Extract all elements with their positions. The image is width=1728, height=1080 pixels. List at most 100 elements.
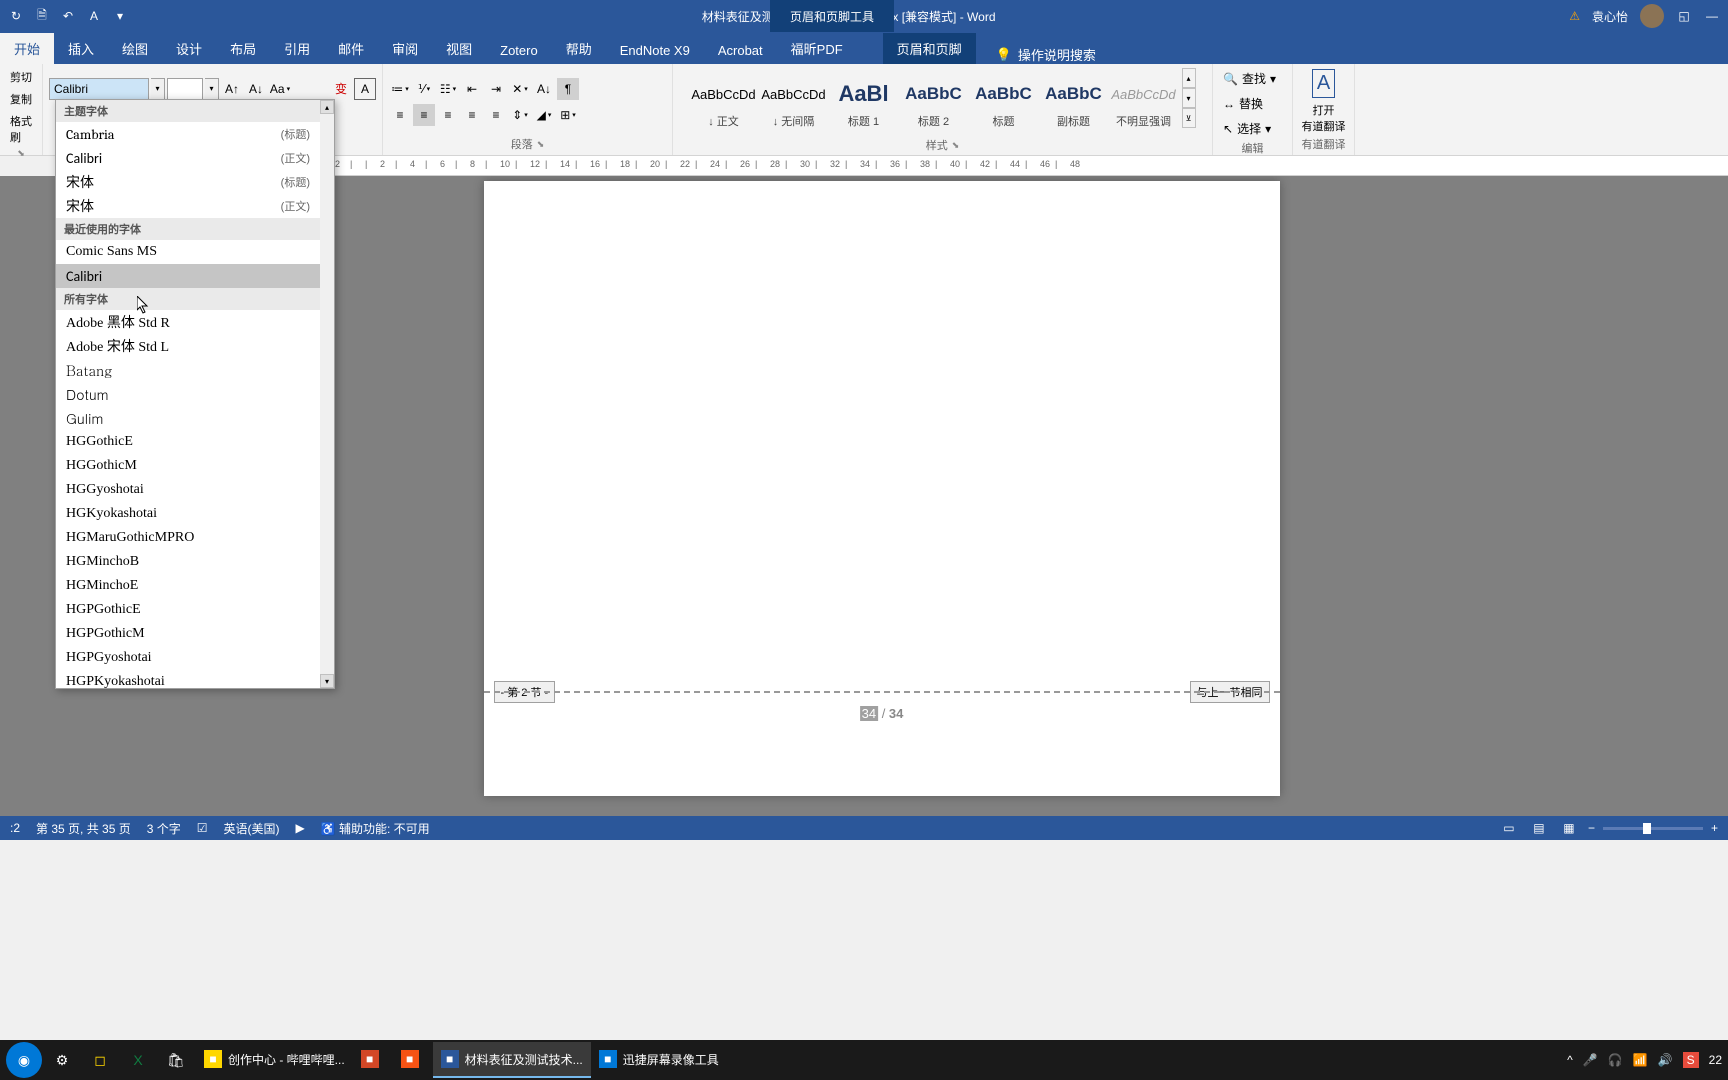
- sticky-notes-icon[interactable]: ◻: [82, 1042, 118, 1078]
- copy-button[interactable]: 复制: [6, 90, 36, 108]
- read-mode-icon[interactable]: ▭: [1498, 819, 1520, 837]
- font-option[interactable]: HGMinchoE: [56, 574, 320, 598]
- font-option[interactable]: Calibri(正文): [56, 146, 320, 170]
- size-dropdown-arrow[interactable]: ▾: [205, 78, 219, 100]
- style-gallery[interactable]: AaBbCcDd↓ 正文AaBbCcDd↓ 无间隔AaBl标题 1AaBbC标题…: [690, 68, 1178, 136]
- character-border-icon[interactable]: A: [354, 78, 376, 100]
- numbering-icon[interactable]: ⅟: [413, 78, 435, 100]
- tab-design[interactable]: 设计: [162, 33, 216, 64]
- scroll-up-icon[interactable]: ▴: [320, 100, 334, 114]
- tray-headphone-icon[interactable]: 🎧: [1608, 1053, 1623, 1067]
- bullets-icon[interactable]: ≔: [389, 78, 411, 100]
- tray-wifi-icon[interactable]: 📶: [1633, 1053, 1648, 1067]
- start-button[interactable]: ◉: [6, 1042, 42, 1078]
- page-number-field[interactable]: 34 / 34: [860, 706, 904, 721]
- settings-icon[interactable]: ⚙: [44, 1042, 80, 1078]
- asian-layout-icon[interactable]: ✕: [509, 78, 531, 100]
- paragraph-launcher-icon[interactable]: ⬊: [537, 139, 545, 150]
- status-page[interactable]: 第 35 页, 共 35 页: [36, 820, 131, 837]
- user-avatar[interactable]: [1640, 4, 1664, 28]
- tab-mailings[interactable]: 邮件: [324, 33, 378, 64]
- tab-endnote[interactable]: EndNote X9: [606, 37, 704, 64]
- phonetic-guide-icon[interactable]: 变: [330, 78, 352, 100]
- clipboard-launcher-icon[interactable]: ⬊: [17, 148, 25, 159]
- warning-icon[interactable]: ⚠: [1569, 9, 1580, 23]
- align-right-icon[interactable]: ≡: [437, 104, 459, 126]
- taskbar-app[interactable]: ■迅捷屏幕录像工具: [591, 1042, 727, 1078]
- align-center-icon[interactable]: ≡: [413, 104, 435, 126]
- font-option[interactable]: Cambria(标题): [56, 122, 320, 146]
- show-marks-icon[interactable]: ¶: [557, 78, 579, 100]
- status-word-count[interactable]: 3 个字: [147, 820, 181, 837]
- font-option[interactable]: 宋体(标题): [56, 170, 320, 194]
- font-option[interactable]: 宋体(正文): [56, 194, 320, 218]
- shrink-font-icon[interactable]: A↓: [245, 78, 267, 100]
- distributed-icon[interactable]: ≡: [485, 104, 507, 126]
- tray-volume-icon[interactable]: 🔊: [1658, 1053, 1673, 1067]
- font-size-input[interactable]: [167, 78, 203, 100]
- minimize-icon[interactable]: —: [1704, 8, 1720, 24]
- taskbar-app[interactable]: ■: [353, 1042, 393, 1078]
- tray-mic-icon[interactable]: 🎤: [1583, 1053, 1598, 1067]
- tab-insert[interactable]: 插入: [54, 33, 108, 64]
- select-button[interactable]: ↖选择 ▾: [1219, 118, 1286, 139]
- style-item[interactable]: AaBbCcDd↓ 正文: [690, 72, 758, 132]
- font-option[interactable]: Dotum: [56, 382, 320, 406]
- status-accessibility[interactable]: ♿ 辅助功能: 不可用: [321, 820, 430, 837]
- styles-down-icon[interactable]: ▾: [1182, 88, 1196, 108]
- spelling-icon[interactable]: ☑: [197, 821, 208, 835]
- sort-icon[interactable]: A↓: [533, 78, 555, 100]
- tab-foxit[interactable]: 福昕PDF: [777, 33, 857, 64]
- zoom-slider[interactable]: [1603, 827, 1703, 830]
- styles-up-icon[interactable]: ▴: [1182, 68, 1196, 88]
- horizontal-ruler[interactable]: 2||2|4|6|8|10|12|14|16|18|20|22|24|26|28…: [335, 156, 1728, 176]
- increase-indent-icon[interactable]: ⇥: [485, 78, 507, 100]
- change-case-icon[interactable]: Aa: [269, 78, 291, 100]
- font-option[interactable]: HGKyokashotai: [56, 502, 320, 526]
- line-spacing-icon[interactable]: ⇕: [509, 104, 531, 126]
- tray-ime-icon[interactable]: S: [1683, 1052, 1699, 1068]
- grow-font-icon[interactable]: A↑: [221, 78, 243, 100]
- decrease-indent-icon[interactable]: ⇤: [461, 78, 483, 100]
- scroll-track[interactable]: [320, 114, 334, 674]
- style-item[interactable]: AaBbC标题: [970, 72, 1038, 132]
- font-option[interactable]: Gulim: [56, 406, 320, 430]
- zoom-in-icon[interactable]: +: [1711, 821, 1718, 835]
- excel-icon[interactable]: X: [120, 1042, 156, 1078]
- autosave-icon[interactable]: ↻: [8, 8, 24, 24]
- style-item[interactable]: AaBl标题 1: [830, 72, 898, 132]
- font-option[interactable]: HGPGyoshotai: [56, 646, 320, 670]
- status-section[interactable]: :2: [10, 821, 20, 835]
- tab-review[interactable]: 审阅: [378, 33, 432, 64]
- tab-view[interactable]: 视图: [432, 33, 486, 64]
- tell-me-search[interactable]: 💡 操作说明搜索: [996, 45, 1096, 64]
- taskbar-time[interactable]: 22: [1709, 1053, 1722, 1067]
- undo-icon[interactable]: ↶: [60, 8, 76, 24]
- taskbar-app[interactable]: ■: [393, 1042, 433, 1078]
- tab-references[interactable]: 引用: [270, 33, 324, 64]
- translate-button[interactable]: 打开 有道翻译: [1302, 102, 1346, 134]
- style-item[interactable]: AaBbC标题 2: [900, 72, 968, 132]
- style-item[interactable]: AaBbC副标题: [1040, 72, 1108, 132]
- tab-home[interactable]: 开始: [0, 33, 54, 64]
- replace-button[interactable]: ↔替换: [1219, 93, 1286, 114]
- taskbar-app[interactable]: ■材料表征及测试技术...: [433, 1042, 591, 1078]
- font-option[interactable]: Adobe 黑体 Std R: [56, 310, 320, 334]
- font-option[interactable]: HGMaruGothicMPRO: [56, 526, 320, 550]
- touch-mode-icon[interactable]: A: [86, 8, 102, 24]
- styles-launcher-icon[interactable]: ⬊: [952, 140, 960, 151]
- ribbon-display-icon[interactable]: ◱: [1676, 8, 1692, 24]
- font-option[interactable]: HGPGothicE: [56, 598, 320, 622]
- store-icon[interactable]: 🛍: [158, 1042, 194, 1078]
- style-item[interactable]: AaBbCcDd不明显强调: [1110, 72, 1178, 132]
- taskbar-app[interactable]: ■创作中心 - 哔哩哔哩...: [196, 1042, 353, 1078]
- font-option[interactable]: HGMinchoB: [56, 550, 320, 574]
- user-name[interactable]: 袁心怡: [1592, 8, 1628, 25]
- font-option[interactable]: HGPGothicM: [56, 622, 320, 646]
- cut-button[interactable]: 剪切: [6, 68, 36, 86]
- scroll-down-icon[interactable]: ▾: [320, 674, 334, 688]
- print-layout-icon[interactable]: ▤: [1528, 819, 1550, 837]
- tab-help[interactable]: 帮助: [552, 33, 606, 64]
- borders-icon[interactable]: ⊞: [557, 104, 579, 126]
- font-name-input[interactable]: [49, 78, 149, 100]
